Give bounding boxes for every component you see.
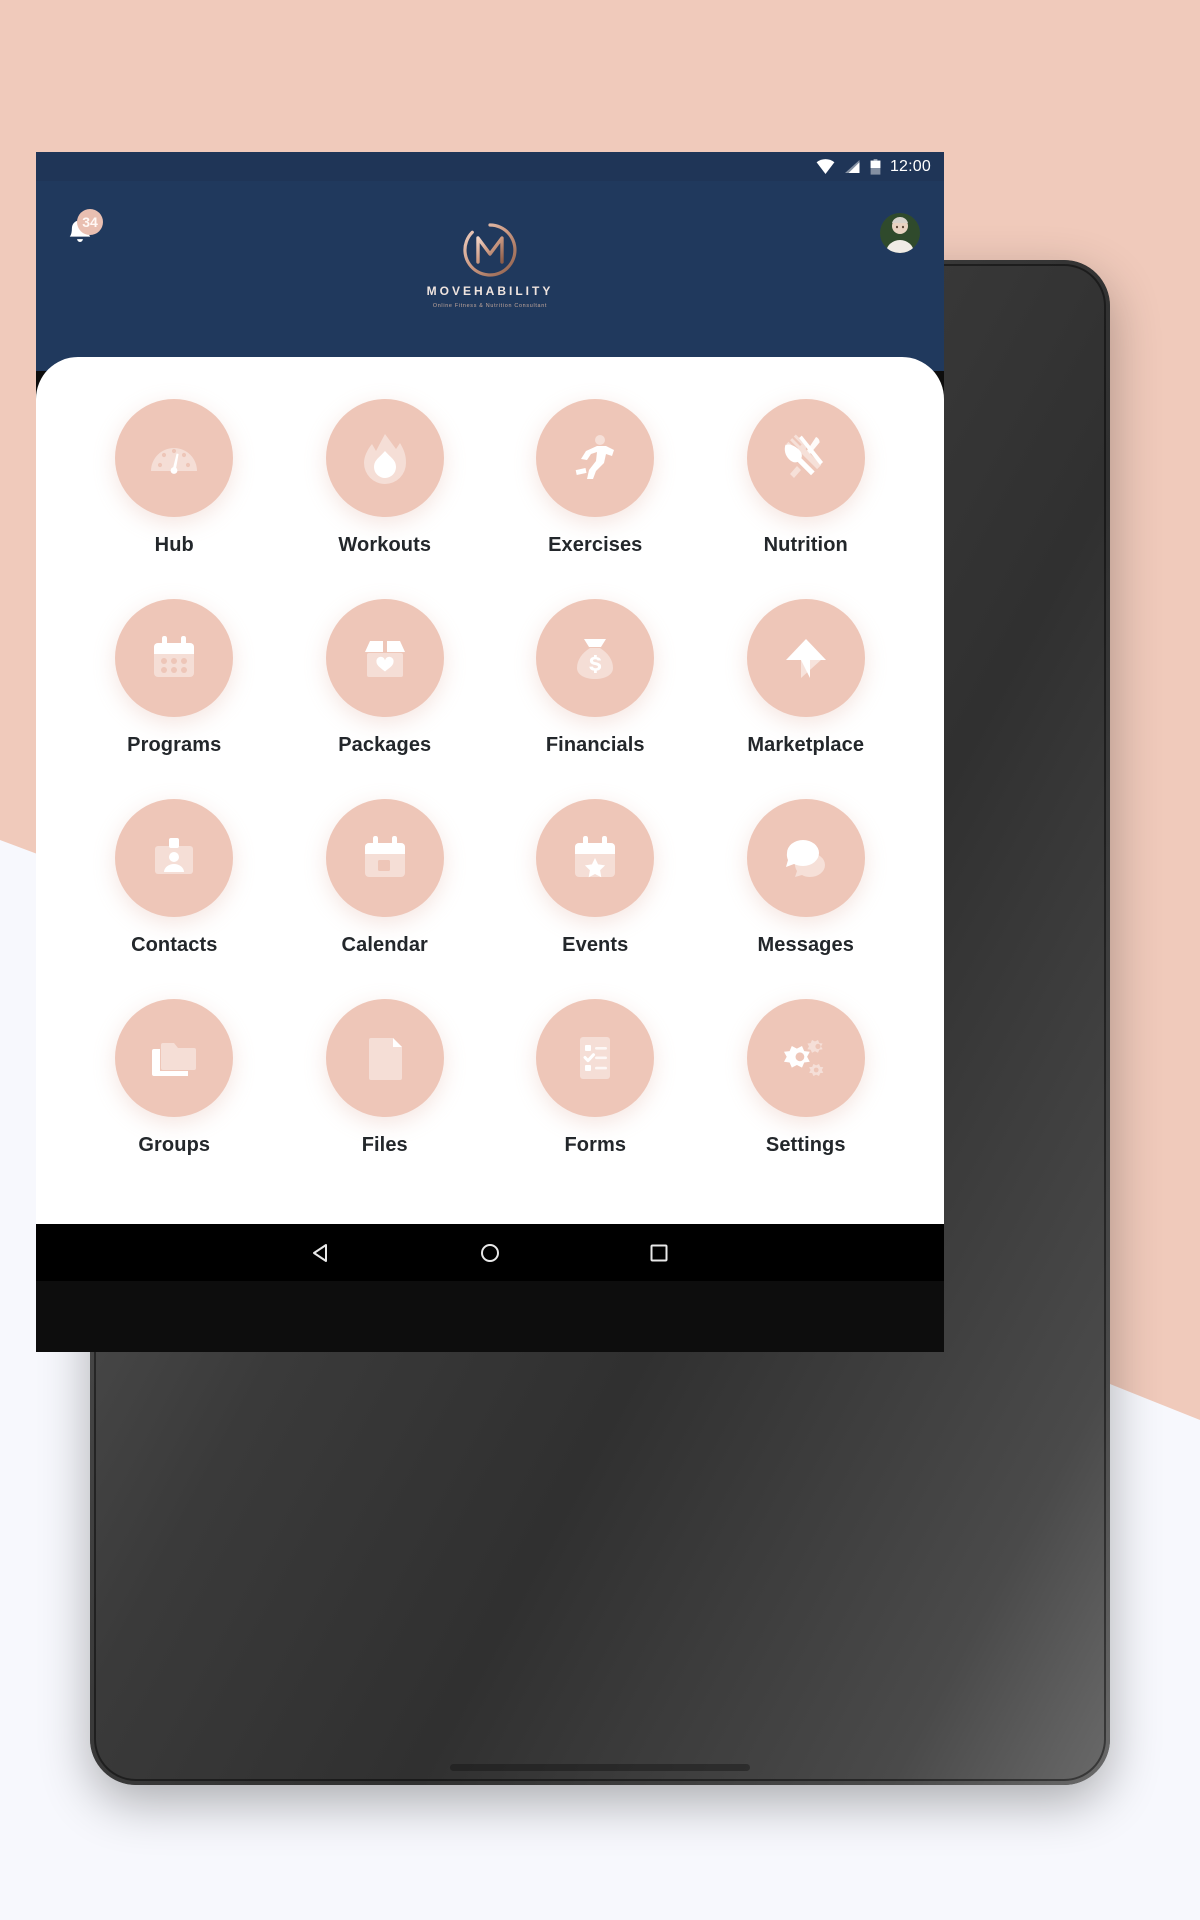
flame-icon xyxy=(363,434,406,484)
tile-label: Packages xyxy=(338,734,432,756)
tile-icon-container xyxy=(746,399,865,517)
tile-icon-container xyxy=(536,399,655,517)
android-nav-bar xyxy=(36,1224,944,1281)
tablet-screen: 12:00 34 MOVEHABILITY Online Fitness & N… xyxy=(36,152,944,1352)
tile-events[interactable]: Events xyxy=(493,799,698,957)
calendar-icon xyxy=(364,836,405,877)
tile-label: Messages xyxy=(757,934,854,956)
app-header: 34 MOVEHABILITY Online Fitness & Nutriti… xyxy=(36,181,944,371)
tile-icon-container xyxy=(536,999,655,1117)
movehability-monogram-icon xyxy=(463,223,517,277)
folders-icon xyxy=(152,1043,197,1076)
triangle-left-icon xyxy=(312,1243,327,1262)
tile-icon-container xyxy=(536,599,655,717)
tile-forms[interactable]: Forms xyxy=(493,999,698,1157)
document-icon xyxy=(368,1038,402,1080)
tile-icon-container xyxy=(325,999,444,1117)
tile-label: Contacts xyxy=(131,934,218,956)
app-tile-grid: Hub Workouts Exercises Nutrition Program… xyxy=(72,399,908,1157)
circle-icon xyxy=(480,1243,499,1262)
tile-marketplace[interactable]: Marketplace xyxy=(704,599,909,757)
tile-groups[interactable]: Groups xyxy=(72,999,277,1157)
tile-label: Nutrition xyxy=(763,534,848,556)
running-person-icon xyxy=(575,435,615,479)
tile-workouts[interactable]: Workouts xyxy=(283,399,488,557)
tile-label: Workouts xyxy=(338,534,432,556)
tile-icon-container xyxy=(746,999,865,1117)
tile-icon-container xyxy=(115,999,234,1117)
avatar-image xyxy=(880,213,920,253)
tile-messages[interactable]: Messages xyxy=(704,799,909,957)
tile-label: Hub xyxy=(154,534,194,556)
notification-badge: 34 xyxy=(77,209,103,235)
tile-icon-container xyxy=(325,599,444,717)
tile-exercises[interactable]: Exercises xyxy=(493,399,698,557)
gears-icon xyxy=(783,1040,824,1076)
chat-bubbles-icon xyxy=(785,840,825,877)
tile-calendar[interactable]: Calendar xyxy=(283,799,488,957)
tile-hub[interactable]: Hub xyxy=(72,399,277,557)
user-avatar[interactable] xyxy=(880,213,920,253)
money-bag-icon xyxy=(577,639,614,679)
id-badge-icon xyxy=(155,838,194,874)
tile-label: Calendar xyxy=(341,934,428,956)
tile-label: Forms xyxy=(564,1134,627,1156)
recents-button[interactable] xyxy=(629,1224,689,1281)
tile-settings[interactable]: Settings xyxy=(704,999,909,1157)
wifi-icon xyxy=(816,159,835,174)
status-bar-clock: 12:00 xyxy=(889,157,931,175)
calendar-dots-icon xyxy=(154,636,195,677)
tile-icon-container xyxy=(115,599,234,717)
brand-tagline: Online Fitness & Nutrition Consultant xyxy=(432,303,548,309)
tile-label: Groups xyxy=(138,1134,211,1156)
home-button[interactable] xyxy=(460,1224,520,1281)
tile-icon-container xyxy=(115,799,234,917)
checklist-icon xyxy=(580,1037,611,1079)
status-bar: 12:00 xyxy=(36,152,944,181)
tile-financials[interactable]: Financials xyxy=(493,599,698,757)
tile-programs[interactable]: Programs xyxy=(72,599,277,757)
tile-icon-container xyxy=(325,799,444,917)
tile-contacts[interactable]: Contacts xyxy=(72,799,277,957)
tile-icon-container xyxy=(115,399,234,517)
tile-label: Programs xyxy=(127,734,222,756)
tile-label: Financials xyxy=(545,734,645,756)
tile-label: Files xyxy=(361,1134,408,1156)
tile-packages[interactable]: Packages xyxy=(283,599,488,757)
app-content-sheet: Hub Workouts Exercises Nutrition Program… xyxy=(36,357,944,1281)
calendar-star-icon xyxy=(575,836,616,878)
tile-label: Marketplace xyxy=(747,734,865,756)
tile-nutrition[interactable]: Nutrition xyxy=(704,399,909,557)
notification-bell-button[interactable]: 34 xyxy=(58,209,103,255)
cellular-signal-icon xyxy=(844,160,860,173)
tile-icon-container xyxy=(746,599,865,717)
box-heart-icon xyxy=(364,641,405,677)
gauge-icon xyxy=(151,448,198,474)
brand-name: MOVEHABILITY xyxy=(426,284,554,298)
tile-label: Exercises xyxy=(548,534,643,556)
battery-icon xyxy=(870,158,881,175)
brand-logo: MOVEHABILITY Online Fitness & Nutrition … xyxy=(427,221,554,309)
square-icon xyxy=(650,1244,668,1261)
bottom-speaker-grille xyxy=(450,1764,750,1771)
tile-label: Settings xyxy=(765,1134,846,1156)
tile-label: Events xyxy=(562,934,629,956)
tile-icon-container xyxy=(746,799,865,917)
tile-icon-container xyxy=(325,399,444,517)
tile-files[interactable]: Files xyxy=(283,999,488,1157)
tile-icon-container xyxy=(536,799,655,917)
back-button[interactable] xyxy=(291,1224,351,1281)
fork-knife-icon xyxy=(784,434,823,478)
store-arrow-icon xyxy=(785,639,826,678)
